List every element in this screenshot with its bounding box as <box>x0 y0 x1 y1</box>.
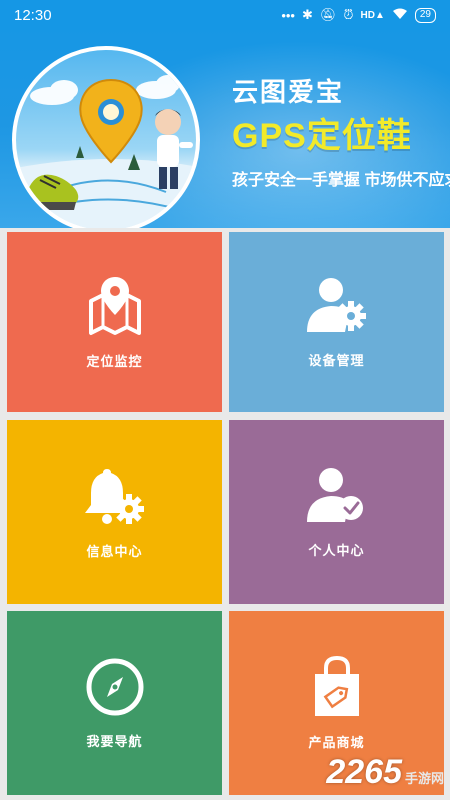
wifi-icon <box>392 8 408 23</box>
banner-headline: GPS定位鞋 <box>232 117 412 155</box>
mute-bell-icon: 🔕︎ <box>319 7 337 22</box>
tile-label: 我要导航 <box>86 733 143 749</box>
tile-message-center[interactable]: 信息中心 <box>7 420 222 604</box>
hd-signal-icon: HD▲ <box>360 9 385 21</box>
dots-icon: ••• <box>281 7 295 23</box>
watermark-text: 手游网 <box>404 771 444 786</box>
bluetooth-icon: ✱ <box>301 7 313 22</box>
tile-label: 信息中心 <box>86 543 143 559</box>
gold-pin-icon <box>79 78 143 164</box>
tile-label: 个人中心 <box>308 542 365 558</box>
user-check-icon <box>306 467 363 522</box>
tile-device-management[interactable]: 设备管理 <box>229 232 444 412</box>
banner-slogan: 孩子安全一手掌握 市场供不应求 <box>232 172 450 189</box>
banner-title: 云图爱宝 <box>232 77 345 107</box>
shopping-bag-icon <box>314 655 359 716</box>
status-bar: 12:30 ••• ✱ 🔕︎ ⏰︎ HD▲ 29 <box>0 0 450 30</box>
bell-gear-icon <box>84 468 144 524</box>
map-pin-icon <box>88 276 141 335</box>
battery-icon: 29 <box>414 7 436 23</box>
watermark-number: 2265 <box>326 753 402 791</box>
tile-label: 设备管理 <box>308 352 365 368</box>
tile-personal-center[interactable]: 个人中心 <box>229 420 444 604</box>
tile-location-monitor[interactable]: 定位监控 <box>7 232 222 412</box>
tile-navigation[interactable]: 我要导航 <box>7 611 222 795</box>
compass-icon <box>86 658 143 715</box>
child-with-shoe-illustration <box>16 75 196 228</box>
status-time: 12:30 <box>14 6 52 24</box>
tile-label: 定位监控 <box>86 353 143 369</box>
battery-level: 29 <box>419 9 431 20</box>
tile-label: 产品商城 <box>308 734 365 750</box>
banner: 云图爱宝 GPS定位鞋 孩子安全一手掌握 市场供不应求 <box>0 0 450 228</box>
menu-grid: 定位监控 设备管理 信息中心 个人中心 我要导航 产品商城 2265 手游网 <box>0 228 450 800</box>
alarm-icon: ⏰︎ <box>343 7 354 22</box>
watermark: 2265 手游网 <box>326 753 444 792</box>
status-icons: ••• ✱ 🔕︎ ⏰︎ HD▲ 29 <box>281 7 436 23</box>
user-gear-icon <box>306 277 366 332</box>
banner-illustration <box>12 46 200 228</box>
